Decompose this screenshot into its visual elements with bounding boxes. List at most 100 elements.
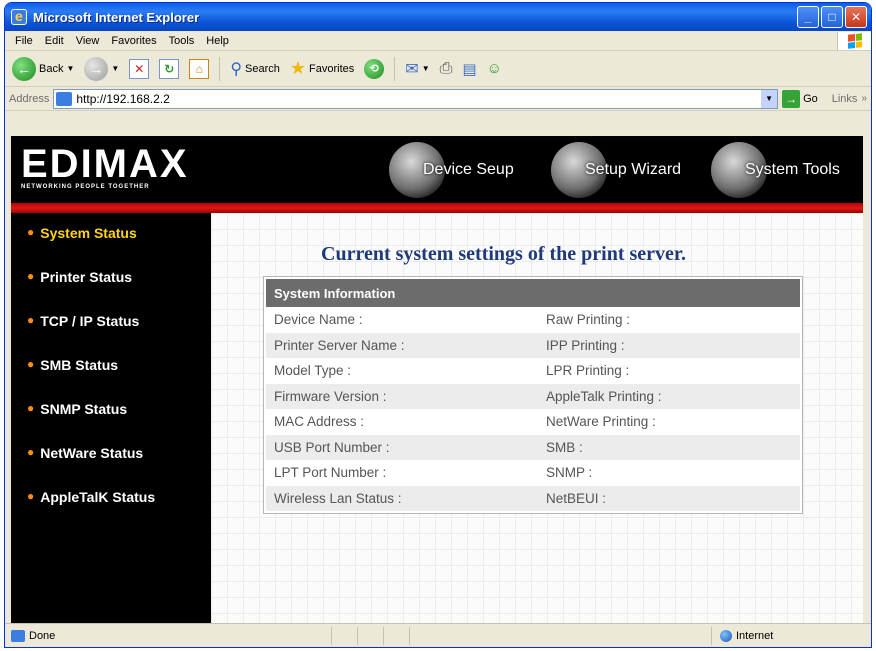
bullet-icon: ● bbox=[27, 357, 35, 371]
window-title: Microsoft Internet Explorer bbox=[33, 9, 200, 25]
printer-icon: ⎙ bbox=[439, 59, 453, 77]
sidebar-item-appletalk-status[interactable]: ● AppleTalK Status bbox=[11, 489, 211, 533]
search-label: Search bbox=[245, 62, 280, 75]
star-icon: ★ bbox=[289, 58, 307, 78]
table-row: MAC Address : NetWare Printing : bbox=[266, 409, 800, 435]
refresh-button[interactable]: ↻ bbox=[156, 57, 182, 81]
mail-icon: ✉ bbox=[405, 60, 419, 78]
minimize-button[interactable]: _ bbox=[797, 6, 819, 28]
menu-help[interactable]: Help bbox=[200, 35, 235, 47]
sidebar-item-tcpip-status[interactable]: ● TCP / IP Status bbox=[11, 313, 211, 357]
sidebar-item-label: TCP / IP Status bbox=[40, 313, 140, 329]
menu-edit[interactable]: Edit bbox=[39, 35, 70, 47]
page-icon bbox=[11, 629, 25, 642]
print-button[interactable]: ⎙ bbox=[437, 58, 456, 80]
history-icon: ⟲ bbox=[364, 58, 385, 79]
table-cell: NetBEUI : bbox=[546, 490, 607, 506]
table-cell: Firmware Version : bbox=[274, 388, 387, 404]
edit-button[interactable]: ▤ bbox=[459, 58, 479, 80]
status-segment bbox=[331, 626, 357, 645]
sidebar-item-netware-status[interactable]: ● NetWare Status bbox=[11, 445, 211, 489]
mail-dropdown-icon[interactable]: ▼ bbox=[422, 64, 430, 73]
address-bar: Address http://192.168.2.2 ▼ → Go Links … bbox=[5, 87, 871, 111]
table-row: LPT Port Number : SNMP : bbox=[266, 460, 800, 486]
home-icon: ⌂ bbox=[189, 58, 210, 79]
table-row: Wireless Lan Status : NetBEUI : bbox=[266, 485, 800, 511]
messenger-button[interactable]: ☺ bbox=[484, 58, 505, 79]
table-cell: MAC Address : bbox=[274, 414, 365, 430]
table-row: Model Type : LPR Printing : bbox=[266, 358, 800, 384]
sidebar-item-label: NetWare Status bbox=[40, 445, 144, 461]
back-button[interactable]: ← Back ▼ bbox=[9, 55, 77, 83]
back-dropdown-icon[interactable]: ▼ bbox=[66, 64, 74, 73]
menu-tools[interactable]: Tools bbox=[163, 35, 201, 47]
sidebar-item-label: AppleTalK Status bbox=[40, 489, 156, 505]
sidebar-item-label: System Status bbox=[40, 225, 137, 241]
edit-icon: ▤ bbox=[462, 60, 477, 78]
edimax-banner: EDIMAX NETWORKING PEOPLE TOGETHER Device… bbox=[11, 136, 863, 203]
address-input[interactable]: http://192.168.2.2 ▼ bbox=[53, 88, 779, 109]
status-segment bbox=[383, 626, 409, 645]
logo-text: EDIMAX bbox=[21, 142, 189, 186]
table-cell: AppleTalk Printing : bbox=[546, 388, 662, 404]
table-cell: IPP Printing : bbox=[546, 337, 625, 353]
sidebar-item-label: SNMP Status bbox=[40, 401, 128, 417]
security-zone: Internet bbox=[710, 626, 871, 645]
menu-favorites[interactable]: Favorites bbox=[105, 35, 162, 47]
nav-setup-wizard-label: Setup Wizard bbox=[585, 160, 682, 178]
table-cell: SNMP : bbox=[546, 465, 593, 481]
favorites-button[interactable]: ★ Favorites bbox=[287, 56, 357, 81]
internet-zone-icon bbox=[719, 629, 732, 642]
address-dropdown-icon[interactable]: ▼ bbox=[761, 89, 778, 108]
sidebar-item-system-status[interactable]: ● System Status bbox=[11, 225, 211, 269]
maximize-button[interactable]: □ bbox=[821, 6, 843, 28]
home-button[interactable]: ⌂ bbox=[186, 57, 212, 81]
links-button[interactable]: Links bbox=[822, 93, 858, 105]
main-panel: Current system settings of the print ser… bbox=[211, 213, 863, 624]
page-icon bbox=[56, 91, 73, 106]
menu-view[interactable]: View bbox=[70, 35, 106, 47]
sidebar: ● System Status ● Printer Status ● TCP /… bbox=[11, 213, 211, 624]
close-button[interactable]: ✕ bbox=[845, 6, 867, 28]
menu-file[interactable]: File bbox=[9, 35, 39, 47]
forward-button[interactable]: → ▼ bbox=[81, 55, 122, 83]
system-information-table: System Information Device Name : Raw Pri… bbox=[263, 276, 803, 514]
bullet-icon: ● bbox=[27, 225, 35, 239]
sidebar-item-label: SMB Status bbox=[40, 357, 119, 373]
search-button[interactable]: ⚲ Search bbox=[227, 57, 283, 81]
history-button[interactable]: ⟲ bbox=[361, 57, 387, 81]
status-segment bbox=[409, 626, 435, 645]
table-cell: LPT Port Number : bbox=[274, 465, 387, 481]
nav-device-setup[interactable]: Device Seup bbox=[389, 136, 514, 203]
menu-bar: File Edit View Favorites Tools Help bbox=[5, 31, 871, 51]
table-cell: Printer Server Name : bbox=[274, 337, 405, 353]
stop-button[interactable]: ✕ bbox=[126, 57, 152, 81]
nav-setup-wizard[interactable]: Setup Wizard bbox=[551, 136, 681, 203]
refresh-icon: ↻ bbox=[159, 58, 180, 79]
table-row: USB Port Number : SMB : bbox=[266, 434, 800, 460]
table-cell: Device Name : bbox=[274, 312, 363, 328]
sidebar-item-snmp-status[interactable]: ● SNMP Status bbox=[11, 401, 211, 445]
status-segments bbox=[331, 626, 435, 645]
forward-dropdown-icon[interactable]: ▼ bbox=[111, 64, 119, 73]
zone-label: Internet bbox=[735, 629, 774, 642]
sidebar-item-smb-status[interactable]: ● SMB Status bbox=[11, 357, 211, 401]
sidebar-item-printer-status[interactable]: ● Printer Status bbox=[11, 269, 211, 313]
windows-logo-icon bbox=[837, 31, 871, 50]
nav-system-tools[interactable]: System Tools bbox=[711, 136, 840, 203]
mail-button[interactable]: ✉ ▼ bbox=[402, 57, 432, 81]
bullet-icon: ● bbox=[27, 489, 35, 503]
address-url: http://192.168.2.2 bbox=[76, 91, 170, 106]
favorites-label: Favorites bbox=[309, 62, 355, 75]
chevron-right-icon[interactable]: » bbox=[861, 93, 867, 104]
bullet-icon: ● bbox=[27, 313, 35, 327]
bullet-icon: ● bbox=[27, 445, 35, 459]
red-divider bbox=[11, 203, 863, 213]
go-button[interactable]: → Go bbox=[782, 89, 818, 108]
go-label: Go bbox=[803, 92, 818, 105]
sidebar-item-label: Printer Status bbox=[40, 269, 133, 285]
table-header: System Information bbox=[266, 279, 800, 307]
window-controls: _ □ ✕ bbox=[797, 6, 867, 28]
status-segment bbox=[357, 626, 383, 645]
table-row: Firmware Version : AppleTalk Printing : bbox=[266, 383, 800, 409]
